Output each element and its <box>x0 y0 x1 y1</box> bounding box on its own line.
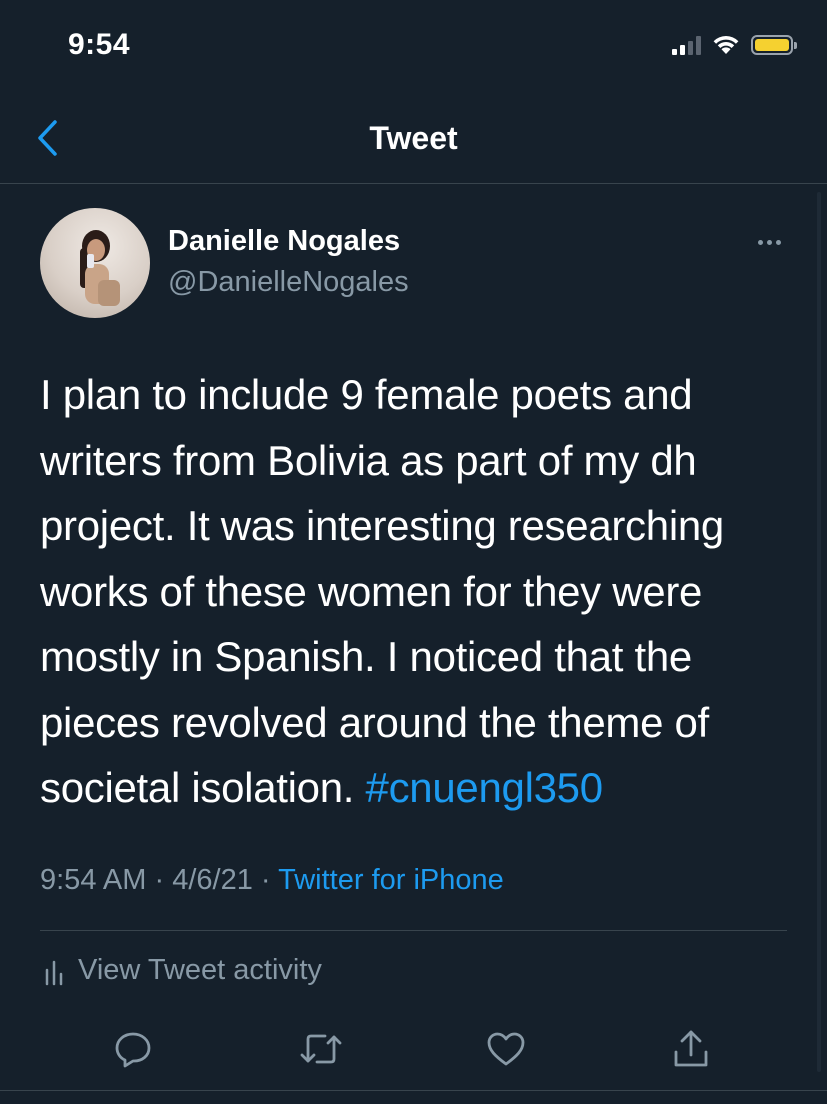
tweet-body: I plan to include 9 female poets and wri… <box>40 371 724 811</box>
avatar[interactable] <box>40 208 150 318</box>
cellular-signal-icon <box>672 35 701 55</box>
bar-chart-icon <box>45 960 63 985</box>
status-time: 9:54 <box>68 28 131 61</box>
hashtag-link[interactable]: #cnuengl350 <box>366 764 604 811</box>
more-horizontal-icon <box>758 240 763 245</box>
author-name[interactable]: Danielle Nogales <box>168 225 400 258</box>
bottom-divider <box>0 1090 827 1091</box>
meta-separator: · <box>154 864 165 896</box>
retweet-icon <box>300 1034 342 1064</box>
tweet-date: 4/6/21 <box>172 864 253 896</box>
battery-icon <box>751 35 797 55</box>
scrollbar[interactable] <box>817 192 821 1072</box>
more-options-button[interactable] <box>754 236 785 249</box>
like-button[interactable] <box>481 1024 531 1074</box>
header-divider <box>0 183 827 184</box>
tweet-source-link[interactable]: Twitter for iPhone <box>278 864 504 896</box>
status-icons <box>672 34 797 56</box>
avatar-image <box>80 230 120 306</box>
page-title: Tweet <box>369 120 458 156</box>
reply-button[interactable] <box>108 1024 158 1074</box>
tweet-screen: 9:54 Tweet Danielle Nogales @DanielleNog… <box>0 0 827 1104</box>
meta-separator: · <box>260 864 271 896</box>
tweet-time: 9:54 AM <box>40 864 147 896</box>
activity-label: View Tweet activity <box>78 954 322 986</box>
share-icon <box>674 1030 708 1067</box>
retweet-button[interactable] <box>296 1024 346 1074</box>
meta-divider <box>40 930 787 931</box>
wifi-icon <box>713 36 739 54</box>
tweet-actions <box>0 1024 827 1074</box>
tweet-text: I plan to include 9 female poets and wri… <box>40 362 790 821</box>
reply-icon <box>115 1032 151 1068</box>
view-tweet-activity-button[interactable]: View Tweet activity <box>44 954 322 987</box>
tweet-meta: 9:54 AM · 4/6/21 · Twitter for iPhone <box>40 864 504 897</box>
heart-icon <box>487 1032 525 1066</box>
share-button[interactable] <box>666 1024 716 1074</box>
author-handle[interactable]: @DanielleNogales <box>168 266 409 299</box>
